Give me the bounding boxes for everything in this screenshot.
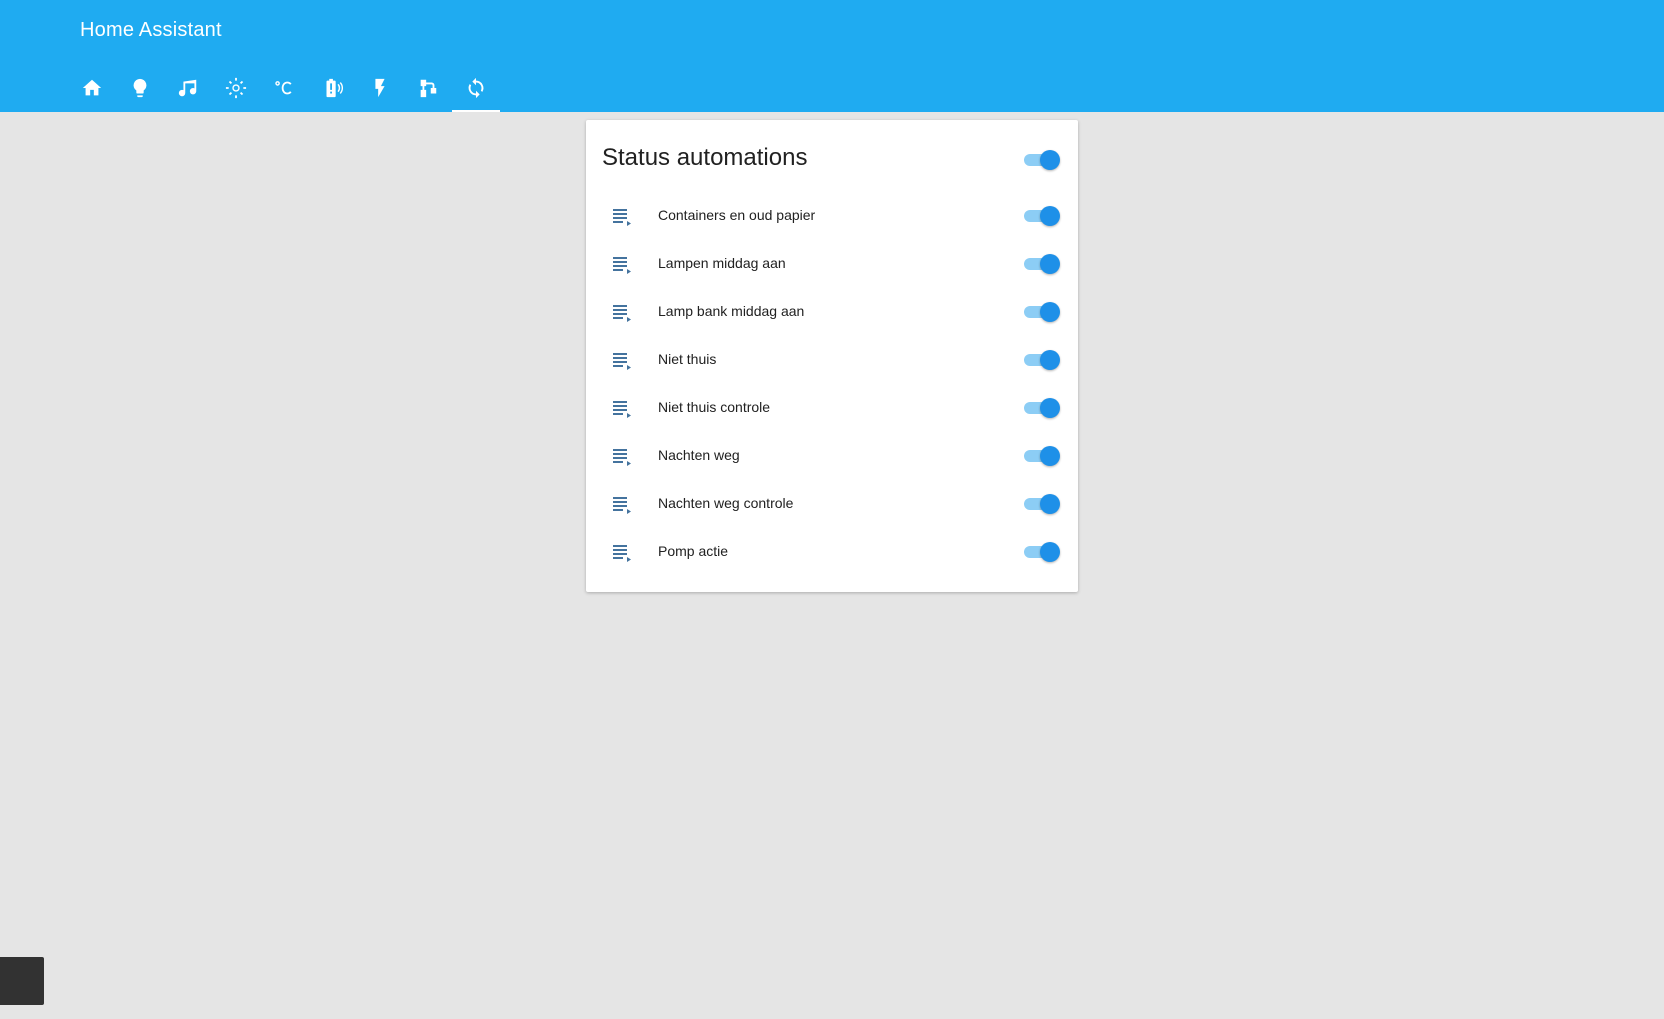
automation-name[interactable]: Lampen middag aan — [658, 255, 786, 271]
toggle-knob — [1040, 150, 1060, 170]
tab-media[interactable] — [164, 64, 212, 112]
tab-automations[interactable] — [452, 64, 500, 112]
playlist-play-icon[interactable] — [610, 348, 634, 372]
refresh-icon — [468, 77, 484, 99]
flash-icon — [375, 78, 385, 98]
automation-toggle[interactable] — [1024, 350, 1060, 370]
automation-name[interactable]: Niet thuis controle — [658, 399, 770, 415]
automation-toggle[interactable] — [1024, 254, 1060, 274]
playlist-play-icon[interactable] — [610, 444, 634, 468]
automations-card: Status automations Containers en oud pap… — [586, 120, 1078, 592]
toggle-all-automations[interactable] — [1024, 150, 1060, 170]
thermometer-celsius-icon — [275, 81, 292, 95]
app-header: Home Assistant — [0, 0, 1664, 112]
app-title: Home Assistant — [80, 19, 222, 41]
playlist-play-icon[interactable] — [610, 252, 634, 276]
automation-toggle[interactable] — [1024, 542, 1060, 562]
automation-toggle[interactable] — [1024, 446, 1060, 466]
music-note-icon — [178, 79, 197, 97]
view-tabs — [68, 64, 500, 112]
water-pump-icon — [420, 79, 437, 98]
lightbulb-icon — [133, 78, 147, 98]
toggle-knob — [1040, 350, 1060, 370]
battery-signal-icon — [326, 78, 343, 98]
automation-toggle[interactable] — [1024, 206, 1060, 226]
tab-energy[interactable] — [356, 64, 404, 112]
automation-toggle[interactable] — [1024, 398, 1060, 418]
tab-battery[interactable] — [308, 64, 356, 112]
tab-weather[interactable] — [212, 64, 260, 112]
sun-icon — [225, 77, 247, 99]
list-item: Nachten weg — [586, 432, 1078, 480]
automation-name[interactable]: Niet thuis — [658, 351, 716, 367]
toggle-knob — [1040, 302, 1060, 322]
list-item: Nachten weg controle — [586, 480, 1078, 528]
automation-list: Containers en oud papier Lampen middag a… — [586, 192, 1078, 576]
card-title: Status automations — [602, 144, 808, 171]
playlist-play-icon[interactable] — [610, 204, 634, 228]
toggle-knob — [1040, 542, 1060, 562]
list-item: Pomp actie — [586, 528, 1078, 576]
tab-climate[interactable] — [260, 64, 308, 112]
automation-toggle[interactable] — [1024, 302, 1060, 322]
tab-lights[interactable] — [116, 64, 164, 112]
list-item: Containers en oud papier — [586, 192, 1078, 240]
list-item: Niet thuis controle — [586, 384, 1078, 432]
automation-name[interactable]: Lamp bank middag aan — [658, 303, 804, 319]
automation-name[interactable]: Nachten weg — [658, 447, 740, 463]
list-item: Lampen middag aan — [586, 240, 1078, 288]
home-icon — [82, 79, 102, 96]
playlist-play-icon[interactable] — [610, 396, 634, 420]
list-item: Lamp bank middag aan — [586, 288, 1078, 336]
tab-pump[interactable] — [404, 64, 452, 112]
automation-name[interactable]: Pomp actie — [658, 543, 728, 559]
playlist-play-icon[interactable] — [610, 492, 634, 516]
toggle-knob — [1040, 206, 1060, 226]
toggle-knob — [1040, 254, 1060, 274]
toggle-knob — [1040, 446, 1060, 466]
toggle-knob — [1040, 494, 1060, 514]
toggle-knob — [1040, 398, 1060, 418]
automation-name[interactable]: Nachten weg controle — [658, 495, 793, 511]
toast-snackbar — [0, 957, 44, 1005]
tab-home[interactable] — [68, 64, 116, 112]
list-item: Niet thuis — [586, 336, 1078, 384]
playlist-play-icon[interactable] — [610, 540, 634, 564]
automation-name[interactable]: Containers en oud papier — [658, 207, 815, 223]
automation-toggle[interactable] — [1024, 494, 1060, 514]
playlist-play-icon[interactable] — [610, 300, 634, 324]
